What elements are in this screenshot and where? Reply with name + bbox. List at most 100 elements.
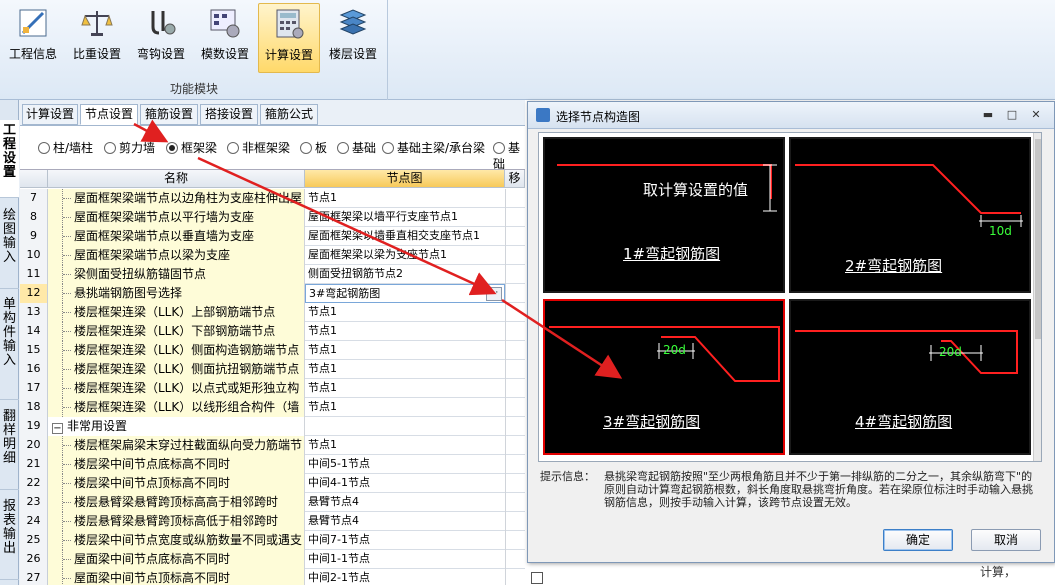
- node-diagram-cell[interactable]: 节点1: [305, 189, 505, 208]
- row-number: 16: [20, 360, 48, 379]
- node-diagram-cell[interactable]: 屋面框架梁以墙垂直相交支座节点1: [305, 227, 505, 246]
- scrollbar-thumb[interactable]: [1035, 139, 1041, 339]
- node-diagram-cell[interactable]: 悬臂节点4: [305, 512, 505, 531]
- sidebar-tab-drawing-input[interactable]: 绘图输入: [0, 205, 19, 289]
- row-name-cell: 屋面框架梁端节点以梁为支座: [48, 246, 305, 265]
- table-row[interactable]: 18 楼层框架连梁（LLK）以线形组合构件（墙 节点1: [20, 398, 525, 417]
- table-row[interactable]: 25 楼层梁中间节点宽度或纵筋数量不同或遇支 中间7-1节点: [20, 531, 525, 550]
- node-diagram-cell[interactable]: 中间7-1节点: [305, 531, 505, 550]
- row-name-cell: 楼层框架连梁（LLK）上部钢筋端节点: [48, 303, 305, 322]
- floor-settings-button[interactable]: 楼层设置: [322, 3, 384, 73]
- node-diagram-cell[interactable]: 节点1: [305, 360, 505, 379]
- radio-shear-wall[interactable]: 剪力墙: [104, 140, 155, 156]
- diagram-tile-4[interactable]: 20d 4#弯起钢筋图: [789, 299, 1031, 455]
- minimize-icon[interactable]: ▬: [978, 107, 998, 123]
- radio-foundation-2[interactable]: 基础: [493, 140, 525, 171]
- sidebar-tab-detail[interactable]: 翻样明细: [0, 406, 19, 490]
- table-row[interactable]: 13 楼层框架连梁（LLK）上部钢筋端节点 节点1: [20, 303, 525, 322]
- row-name-cell: 梁侧面受扭纵筋锚固节点: [48, 265, 305, 284]
- tab-lap-settings[interactable]: 搭接设置: [200, 104, 258, 125]
- node-diagram-cell[interactable]: 节点1: [305, 398, 505, 417]
- tab-stirrup-settings[interactable]: 箍筋设置: [140, 104, 198, 125]
- radio-non-frame-beam[interactable]: 非框架梁: [227, 140, 290, 156]
- node-diagram-cell[interactable]: 节点1: [305, 303, 505, 322]
- node-diagram-cell[interactable]: 中间2-1节点: [305, 569, 505, 585]
- table-row[interactable]: 21 楼层梁中间节点底标高不同时 中间5-1节点: [20, 455, 525, 474]
- tab-calc-settings[interactable]: 计算设置: [22, 104, 78, 125]
- table-row[interactable]: 15 楼层框架连梁（LLK）侧面构造钢筋端节点 节点1: [20, 341, 525, 360]
- table-group-row[interactable]: 19− 非常用设置: [20, 417, 525, 436]
- calc-settings-button[interactable]: 计算设置: [258, 3, 320, 73]
- close-icon[interactable]: ✕: [1026, 107, 1046, 123]
- node-diagram-cell[interactable]: 中间1-1节点: [305, 550, 505, 569]
- table-row[interactable]: 11 梁侧面受扭纵筋锚固节点 侧面受扭钢筋节点2: [20, 265, 525, 284]
- table-row[interactable]: 16 楼层框架连梁（LLK）侧面抗扭钢筋端节点 节点1: [20, 360, 525, 379]
- table-row[interactable]: 26 屋面梁中间节点底标高不同时 中间1-1节点: [20, 550, 525, 569]
- node-diagram-cell[interactable]: 节点1: [305, 379, 505, 398]
- table-row[interactable]: 8 屋面框架梁端节点以平行墙为支座 屋面框架梁以墙平行支座节点1: [20, 208, 525, 227]
- table-row[interactable]: 7 屋面框架梁端节点以边角柱为支座柱伸出屋 节点1: [20, 189, 525, 208]
- move-cell: [505, 417, 525, 436]
- tree-line: [62, 550, 72, 569]
- tree-line: [62, 341, 72, 360]
- project-info-button[interactable]: 工程信息: [2, 3, 64, 73]
- move-cell: [505, 379, 525, 398]
- sidebar-tab-project-settings[interactable]: 工程设置: [0, 120, 19, 198]
- node-diagram-cell[interactable]: 屋面框架梁以墙平行支座节点1: [305, 208, 505, 227]
- diagram-tile-2[interactable]: 10d 2#弯起钢筋图: [789, 137, 1031, 293]
- node-diagram-cell[interactable]: 节点1: [305, 341, 505, 360]
- maximize-icon[interactable]: □: [1002, 107, 1022, 123]
- node-diagram-cell[interactable]: 3#弯起钢筋图 ···: [305, 284, 505, 303]
- tree-line: [62, 455, 72, 474]
- radio-slab[interactable]: 板: [300, 140, 327, 156]
- radio-column-wall[interactable]: 柱/墙柱: [38, 140, 93, 156]
- table-row[interactable]: 17 楼层框架连梁（LLK）以点式或矩形独立构 节点1: [20, 379, 525, 398]
- table-row[interactable]: 27 屋面梁中间节点顶标高不同时 中间2-1节点: [20, 569, 525, 585]
- table-row[interactable]: 22 楼层梁中间节点顶标高不同时 中间4-1节点: [20, 474, 525, 493]
- density-settings-button[interactable]: 比重设置: [66, 3, 128, 73]
- node-diagram-cell[interactable]: 屋面框架梁以梁为支座节点1: [305, 246, 505, 265]
- tab-stirrup-formula[interactable]: 箍筋公式: [260, 104, 318, 125]
- row-name-cell: 屋面梁中间节点顶标高不同时: [48, 569, 305, 585]
- node-diagram-cell[interactable]: 悬臂节点4: [305, 493, 505, 512]
- sidebar-tab-single-component[interactable]: 单构件输入: [0, 294, 19, 400]
- radio-frame-beam[interactable]: 框架梁: [166, 140, 217, 156]
- node-diagram-cell[interactable]: 中间4-1节点: [305, 474, 505, 493]
- table-row[interactable]: 23 楼层悬臂梁悬臂跨顶标高高于相邻跨时 悬臂节点4: [20, 493, 525, 512]
- sidebar-tab-report[interactable]: 报表输出: [0, 496, 19, 580]
- group-label: 功能模块: [169, 82, 218, 96]
- row-name-cell: 楼层框架连梁（LLK）下部钢筋端节点: [48, 322, 305, 341]
- cancel-button[interactable]: 取消: [971, 529, 1041, 551]
- radio-foundation-main-beam[interactable]: 基础主梁/承台梁: [382, 140, 485, 156]
- row-number: 17: [20, 379, 48, 398]
- table-row[interactable]: 10 屋面框架梁端节点以梁为支座 屋面框架梁以梁为支座节点1: [20, 246, 525, 265]
- tab-node-settings[interactable]: 节点设置: [80, 104, 138, 125]
- collapse-icon[interactable]: −: [52, 423, 63, 434]
- node-diagram-cell[interactable]: 节点1: [305, 436, 505, 455]
- row-number: 23: [20, 493, 48, 512]
- modulus-settings-button[interactable]: 模数设置: [194, 3, 256, 73]
- table-row[interactable]: 12 悬挑端钢筋图号选择 3#弯起钢筋图 ···: [20, 284, 525, 303]
- diagram-tile-1[interactable]: 取计算设置的值 1#弯起钢筋图: [543, 137, 785, 293]
- radio-circle: [337, 142, 349, 154]
- row-name-text: 楼层框架连梁（LLK）侧面抗扭钢筋端节点: [74, 362, 300, 376]
- diagram-tile-3[interactable]: 20d 3#弯起钢筋图: [543, 299, 785, 455]
- row-checkbox[interactable]: [531, 572, 543, 584]
- ellipsis-button[interactable]: ···: [486, 287, 502, 301]
- node-diagram-cell[interactable]: 中间5-1节点: [305, 455, 505, 474]
- node-diagram-cell[interactable]: 节点1: [305, 322, 505, 341]
- table-row[interactable]: 20 楼层框架扁梁末穿过柱截面纵向受力筋端节 节点1: [20, 436, 525, 455]
- table-row[interactable]: 24 楼层悬臂梁悬臂跨顶标高低于相邻跨时 悬臂节点4: [20, 512, 525, 531]
- row-name-cell: 悬挑端钢筋图号选择: [48, 284, 305, 303]
- gallery-scrollbar[interactable]: [1033, 133, 1041, 461]
- radio-foundation[interactable]: 基础: [337, 140, 376, 156]
- row-name-text: 楼层框架连梁（LLK）以点式或矩形独立构: [74, 381, 300, 395]
- node-diagram-cell[interactable]: 侧面受扭钢筋节点2: [305, 265, 505, 284]
- ok-button[interactable]: 确定: [883, 529, 953, 551]
- row-number: 9: [20, 227, 48, 246]
- table-row[interactable]: 9 屋面框架梁端节点以垂直墙为支座 屋面框架梁以墙垂直相交支座节点1: [20, 227, 525, 246]
- table-row[interactable]: 14 楼层框架连梁（LLK）下部钢筋端节点 节点1: [20, 322, 525, 341]
- hook-settings-label: 弯钩设置: [136, 47, 185, 61]
- hook-settings-button[interactable]: 弯钩设置: [130, 3, 192, 73]
- tree-line: [62, 284, 72, 303]
